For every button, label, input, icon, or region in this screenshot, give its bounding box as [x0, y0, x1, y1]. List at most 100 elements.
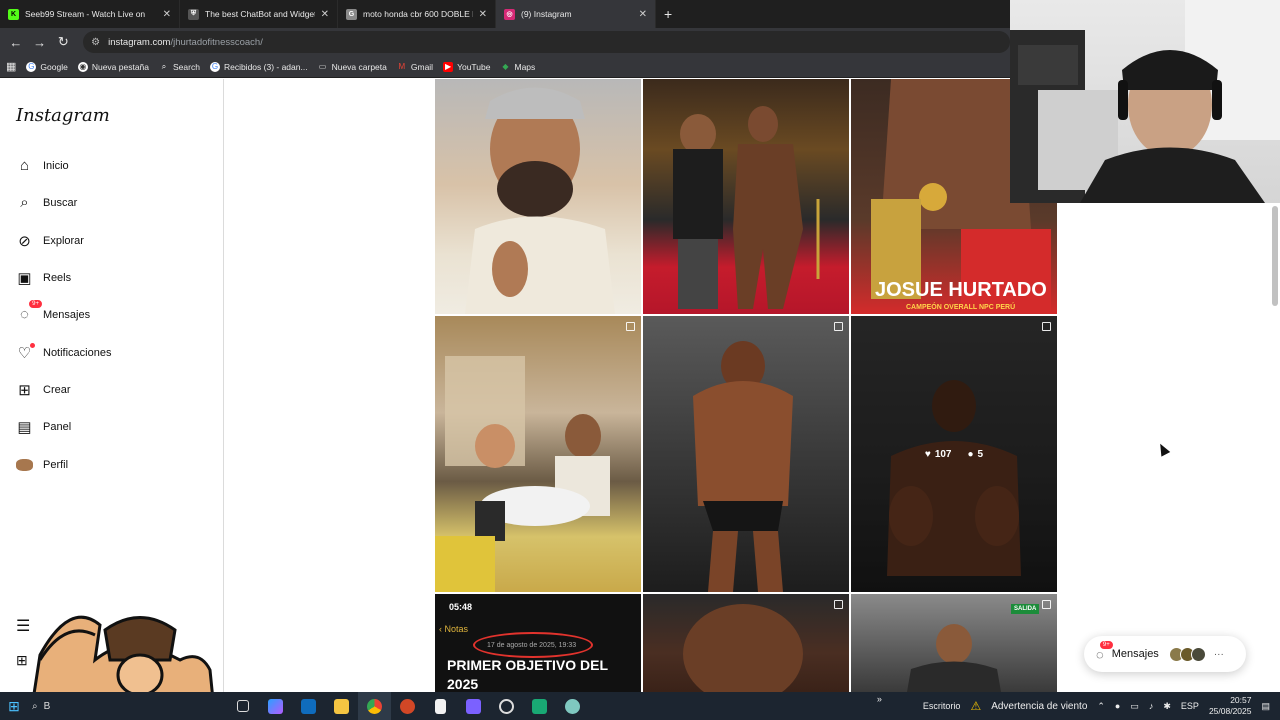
- site-info-icon[interactable]: ⚙: [91, 37, 100, 48]
- bookmark-folder[interactable]: ▭ Nueva carpeta: [318, 62, 387, 72]
- reload-icon[interactable]: ↻: [53, 32, 73, 52]
- post-caption-subtitle: CAMPEÓN OVERALL NPC PERÚ: [906, 304, 1016, 311]
- tab-title: Seeb99 Stream - Watch Live on: [25, 9, 146, 19]
- close-icon[interactable]: ✕: [639, 9, 647, 20]
- gmail-icon: G: [209, 61, 220, 72]
- instagram-logo[interactable]: Instagram: [16, 105, 110, 126]
- outlook-icon[interactable]: [292, 692, 325, 720]
- widget-chevron-icon[interactable]: »: [877, 694, 882, 704]
- webcam-overlay: [1010, 0, 1280, 203]
- post-thumbnail[interactable]: 05:48 ‹ Notas 17 de agosto de 2025, 19:3…: [435, 594, 641, 692]
- post-thumbnail[interactable]: [643, 79, 849, 314]
- apps-icon[interactable]: ▦: [6, 60, 16, 73]
- tab-moto-honda[interactable]: G moto honda cbr 600 DOBLE FA ✕: [338, 0, 496, 28]
- bookmark-label: Search: [173, 61, 200, 72]
- task-view-icon[interactable]: [226, 692, 259, 720]
- chart-icon: ▤: [17, 418, 32, 436]
- mouse-cursor: [1155, 441, 1171, 457]
- post-thumbnail[interactable]: [435, 316, 641, 592]
- notes-title: PRIMER OBJETIVO DEL 2025: [447, 657, 608, 692]
- notifications-icon[interactable]: ▤: [1261, 701, 1270, 712]
- nav-messages[interactable]: ◌ 9+ Mensajes: [16, 299, 90, 323]
- nav-search[interactable]: ⌕ Buscar: [16, 194, 77, 211]
- profile-posts-grid: JOSUE HURTADO CAMPEÓN OVERALL NPC PERÚ ♥…: [435, 79, 1058, 692]
- hamburger-menu-icon[interactable]: ☰: [16, 616, 30, 636]
- tab-chatbot[interactable]: ⛨ The best ChatBot and Widgets ✕: [180, 0, 338, 28]
- back-icon[interactable]: ←: [6, 32, 26, 52]
- post-image: [435, 356, 610, 592]
- close-icon[interactable]: ✕: [479, 9, 487, 20]
- clock[interactable]: 20:57 25/08/2025: [1209, 695, 1252, 717]
- carousel-icon: [626, 322, 635, 331]
- stream-tool-icon[interactable]: [556, 692, 589, 720]
- tab-title: (9) Instagram: [521, 9, 572, 19]
- maps-icon: ◆: [502, 62, 509, 71]
- more-icon: ···: [1213, 648, 1224, 660]
- file-explorer-icon[interactable]: [325, 692, 358, 720]
- volume-icon[interactable]: ♪: [1149, 701, 1154, 711]
- nav-home[interactable]: ⌂ Inicio: [16, 157, 69, 174]
- chrome-icon[interactable]: [358, 692, 391, 720]
- notes-time: 05:48: [449, 602, 473, 612]
- post-thumbnail[interactable]: [643, 316, 849, 592]
- document-icon[interactable]: [424, 692, 457, 720]
- language-indicator[interactable]: ESP: [1181, 701, 1199, 711]
- nav-panel[interactable]: ▤ Panel: [16, 418, 71, 436]
- youtube-icon: ▶: [443, 61, 454, 72]
- nav-profile[interactable]: Perfil: [16, 456, 68, 473]
- taskbar-search[interactable]: ⌕ B: [28, 695, 108, 717]
- new-tab-button[interactable]: +: [656, 0, 680, 28]
- copilot-icon[interactable]: [259, 692, 292, 720]
- tab-instagram[interactable]: ◎ (9) Instagram ✕: [496, 0, 656, 28]
- chevron-up-icon[interactable]: ⌃: [1097, 701, 1105, 712]
- nav-label: Explorar: [43, 234, 84, 247]
- tab-strip: K Seeb99 Stream - Watch Live on ✕ ⛨ The …: [0, 0, 1010, 28]
- address-bar[interactable]: ⚙ instagram.com/jhurtadofitnesscoach/: [83, 31, 1010, 53]
- post-thumbnail[interactable]: [435, 79, 641, 314]
- nav-notifications[interactable]: ♡ Notificaciones: [16, 343, 112, 362]
- post-thumbnail[interactable]: [643, 594, 849, 692]
- microphone-icon[interactable]: ●: [1115, 701, 1120, 711]
- bookmark-new-tab[interactable]: ◉ Nueva pestaña: [77, 61, 149, 72]
- avatar: [1190, 646, 1206, 662]
- threads-grid-icon[interactable]: ⊞: [16, 652, 28, 669]
- bookmark-youtube[interactable]: ▶ YouTube: [443, 61, 490, 72]
- post-hover-overlay: ♥ 107 ● 5: [851, 316, 1057, 592]
- post-image: [465, 87, 615, 314]
- network-icon[interactable]: ▭: [1130, 701, 1139, 712]
- nav-create[interactable]: ⊞ Crear: [16, 381, 70, 399]
- bookmark-search[interactable]: ⌕ Search: [159, 62, 200, 72]
- post-thumbnail[interactable]: ♥ 107 ● 5: [851, 316, 1057, 592]
- obs-icon[interactable]: [490, 692, 523, 720]
- bluetooth-icon[interactable]: ✱: [1163, 701, 1171, 712]
- powerpoint-icon[interactable]: [391, 692, 424, 720]
- nav-reels[interactable]: ▣ Reels: [16, 269, 71, 287]
- bookmark-gmail[interactable]: M Gmail: [397, 62, 434, 72]
- bookmark-inbox[interactable]: G Recibidos (3) - adan...: [209, 61, 308, 72]
- desktop-label[interactable]: Escritorio: [923, 701, 961, 711]
- weather-alert[interactable]: Advertencia de viento: [991, 701, 1087, 712]
- twitch-app-icon[interactable]: [457, 692, 490, 720]
- comment-icon: ●: [967, 448, 974, 460]
- recent-contacts-avatars: [1168, 646, 1206, 662]
- tab-kick-stream[interactable]: K Seeb99 Stream - Watch Live on ✕: [0, 0, 180, 28]
- close-icon[interactable]: ✕: [321, 9, 329, 20]
- exit-sign: SALIDA: [1011, 604, 1040, 614]
- post-thumbnail[interactable]: SALIDA: [851, 594, 1057, 692]
- forward-icon[interactable]: →: [30, 32, 50, 52]
- close-icon[interactable]: ✕: [163, 9, 171, 20]
- windows-start-icon[interactable]: ⊞: [0, 692, 28, 720]
- nav-explore[interactable]: ⊘ Explorar: [16, 232, 84, 250]
- scrollbar-thumb[interactable]: [1272, 206, 1278, 306]
- folder-icon: ▭: [318, 62, 327, 71]
- bookmark-maps[interactable]: ◆ Maps: [500, 62, 535, 72]
- bookmark-google[interactable]: G Google: [26, 61, 68, 72]
- messages-floating-button[interactable]: ◌ 9+ Mensajes ···: [1084, 636, 1246, 672]
- plus-square-icon: ⊞: [18, 381, 31, 399]
- nav-label: Notificaciones: [43, 346, 112, 359]
- bookmark-label: Recibidos (3) - adan...: [223, 61, 308, 72]
- gmail-icon: M: [398, 62, 406, 71]
- home-icon: ⌂: [19, 157, 30, 174]
- avatar: [16, 456, 33, 473]
- sheet-app-icon[interactable]: [523, 692, 556, 720]
